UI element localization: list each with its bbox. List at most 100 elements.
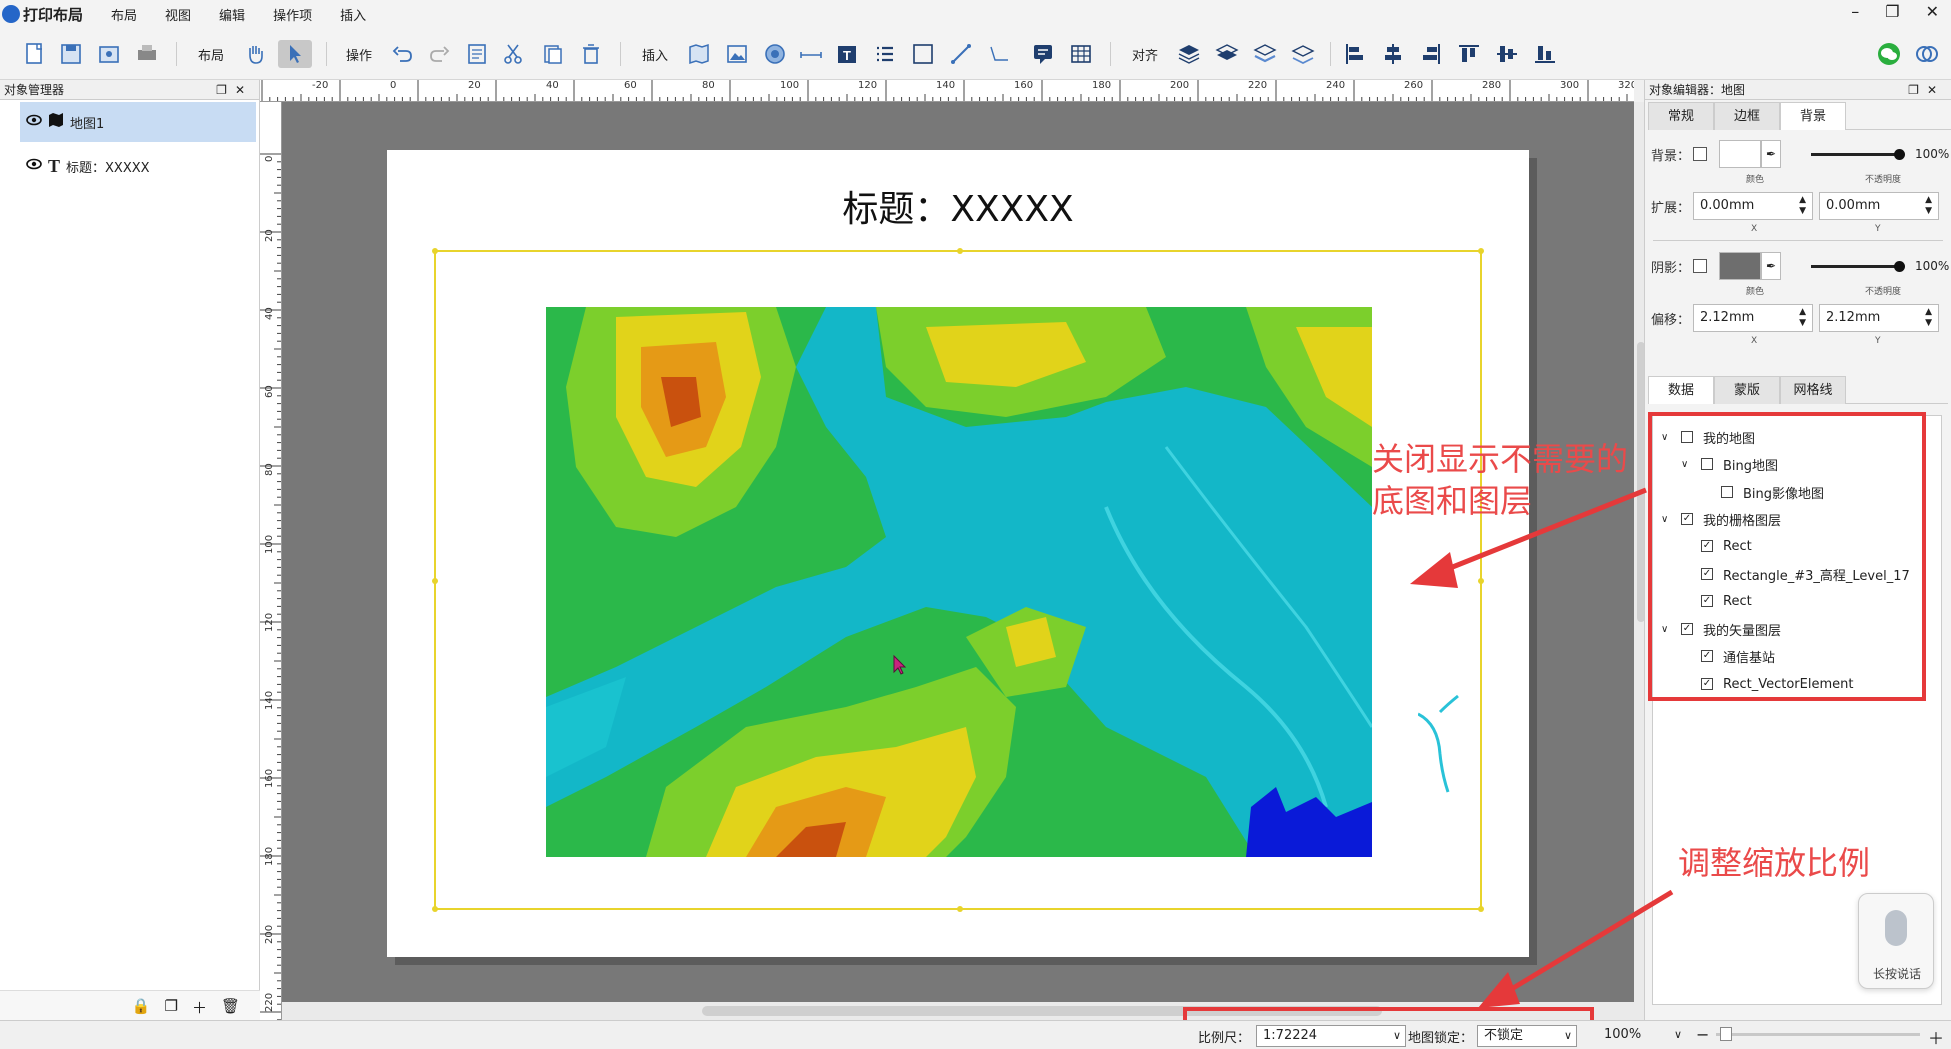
ruler-tick-label: 280 — [1482, 80, 1502, 91]
map-lock-select[interactable]: 不锁定 ∨ — [1477, 1025, 1578, 1047]
save-icon[interactable] — [58, 40, 84, 68]
close-panel-icon[interactable]: ✕ — [235, 83, 253, 97]
insert-callout-icon[interactable] — [1030, 40, 1056, 68]
new-page-icon[interactable] — [22, 40, 48, 68]
object-item-map[interactable]: 地图1 — [20, 102, 256, 142]
menu-edit[interactable]: 编辑 — [219, 5, 245, 24]
tab-gridlines[interactable]: 网格线 — [1780, 376, 1846, 404]
tab-border[interactable]: 边框 — [1714, 102, 1780, 130]
background-opacity-slider[interactable] — [1811, 148, 1905, 160]
voice-input-button[interactable]: 长按说话 — [1858, 893, 1934, 989]
close-panel-icon[interactable]: ✕ — [1927, 83, 1945, 97]
cut-icon[interactable] — [500, 40, 526, 68]
tab-data[interactable]: 数据 — [1648, 376, 1714, 404]
send-backward-icon[interactable] — [1252, 40, 1278, 68]
tab-general[interactable]: 常规 — [1648, 102, 1714, 130]
duplicate-icon[interactable]: ❐ — [164, 997, 177, 1018]
offset-x-input[interactable]: 2.12mm ▲ ▼ — [1693, 304, 1813, 332]
align-bottom-icon[interactable] — [1532, 40, 1558, 68]
bring-to-front-icon[interactable] — [1176, 40, 1202, 68]
open-icon[interactable] — [96, 40, 122, 68]
align-right-icon[interactable] — [1418, 40, 1444, 68]
menu-layout[interactable]: 布局 — [111, 5, 137, 24]
zoom-slider[interactable] — [1716, 1027, 1920, 1041]
scale-select[interactable]: 1:72224 ∨ — [1256, 1025, 1407, 1047]
bring-forward-icon[interactable] — [1214, 40, 1240, 68]
redo-icon[interactable] — [426, 40, 452, 68]
offset-y-input[interactable]: 2.12mm ▲ ▼ — [1819, 304, 1939, 332]
eyedropper-icon[interactable]: ✒ — [1761, 252, 1781, 280]
menu-view[interactable]: 视图 — [165, 5, 191, 24]
resize-handle[interactable] — [1478, 578, 1484, 584]
ruler-tick-label: 120 — [264, 612, 275, 632]
send-to-back-icon[interactable] — [1290, 40, 1316, 68]
pan-hand-icon[interactable] — [242, 40, 268, 68]
resize-handle[interactable] — [957, 906, 963, 912]
resize-handle[interactable] — [1478, 906, 1484, 912]
object-manager-header: 对象管理器 ❐✕ — [0, 80, 259, 100]
menu-insert[interactable]: 插入 — [340, 5, 366, 24]
insert-scalebar-icon[interactable] — [798, 40, 824, 68]
ruler-tick-label: 40 — [546, 80, 559, 91]
insert-map-icon[interactable] — [686, 40, 712, 68]
resize-handle[interactable] — [957, 248, 963, 254]
align-top-icon[interactable] — [1456, 40, 1482, 68]
undo-icon[interactable] — [390, 40, 416, 68]
float-panel-icon[interactable]: ❐ — [1908, 83, 1927, 97]
insert-legend-icon[interactable] — [872, 40, 898, 68]
ruler-tick-label: 20 — [264, 229, 275, 242]
tab-background[interactable]: 背景 — [1780, 102, 1846, 130]
trash-icon[interactable]: 🗑 — [221, 997, 240, 1018]
resize-handle[interactable] — [432, 578, 438, 584]
insert-image-icon[interactable] — [724, 40, 750, 68]
float-panel-icon[interactable]: ❐ — [216, 83, 235, 97]
align-left-icon[interactable] — [1342, 40, 1368, 68]
insert-polyline-icon[interactable] — [986, 40, 1012, 68]
delete-icon[interactable] — [578, 40, 604, 68]
ruler-tick-label: 180 — [1092, 80, 1112, 91]
align-center-vertical-icon[interactable] — [1494, 40, 1520, 68]
minimize-icon[interactable]: – — [1851, 2, 1859, 21]
restore-icon[interactable]: ❐ — [1885, 2, 1899, 21]
eyedropper-icon[interactable]: ✒ — [1761, 140, 1781, 168]
extend-y-input[interactable]: 0.00mm ▲ ▼ — [1819, 192, 1939, 220]
extend-row: 扩展： 0.00mm ▲ ▼ 0.00mm ▲ ▼ — [1651, 190, 1939, 222]
page-title[interactable]: 标题：XXXXX — [387, 180, 1529, 232]
add-icon[interactable]: ＋ — [192, 997, 207, 1018]
background-checkbox[interactable] — [1693, 147, 1707, 161]
extend-x-input[interactable]: 0.00mm ▲ ▼ — [1693, 192, 1813, 220]
insert-table-icon[interactable] — [1068, 40, 1094, 68]
zoom-in-icon[interactable]: ＋ — [1928, 1025, 1944, 1049]
zoom-select[interactable]: 100% ∨ — [1598, 1025, 1686, 1047]
zoom-slider-thumb[interactable] — [1720, 1027, 1732, 1041]
close-icon[interactable]: ✕ — [1926, 2, 1939, 21]
menu-operations[interactable]: 操作项 — [273, 5, 312, 24]
background-color-swatch[interactable] — [1719, 140, 1761, 168]
insert-text-icon[interactable]: T — [834, 40, 860, 68]
feedback-icon[interactable] — [1914, 40, 1940, 68]
resize-handle[interactable] — [432, 248, 438, 254]
insert-line-icon[interactable] — [948, 40, 974, 68]
copy-icon[interactable] — [540, 40, 566, 68]
wechat-icon[interactable] — [1876, 40, 1902, 68]
shadow-checkbox[interactable] — [1693, 259, 1707, 273]
eye-icon[interactable] — [26, 114, 42, 130]
chevron-down-icon: ∨ — [1563, 1029, 1573, 1042]
insert-rectangle-icon[interactable] — [910, 40, 936, 68]
map-frame[interactable] — [432, 248, 1484, 912]
select-arrow-icon[interactable] — [278, 40, 312, 68]
insert-compass-icon[interactable] — [762, 40, 788, 68]
zoom-out-icon[interactable]: − — [1696, 1025, 1709, 1044]
resize-handle[interactable] — [432, 906, 438, 912]
page-setup-icon[interactable] — [464, 40, 490, 68]
print-icon[interactable] — [134, 40, 160, 68]
lock-icon[interactable]: 🔒 — [132, 997, 151, 1018]
tab-mask[interactable]: 蒙版 — [1714, 376, 1780, 404]
align-center-horizontal-icon[interactable] — [1380, 40, 1406, 68]
shadow-opacity-slider[interactable] — [1811, 260, 1905, 272]
resize-handle[interactable] — [1478, 248, 1484, 254]
layout-canvas[interactable]: 标题：XXXXX — [282, 102, 1634, 1002]
eye-icon[interactable] — [26, 158, 42, 174]
shadow-color-swatch[interactable] — [1719, 252, 1761, 280]
object-item-title[interactable]: T 标题：XXXXX — [20, 146, 256, 186]
